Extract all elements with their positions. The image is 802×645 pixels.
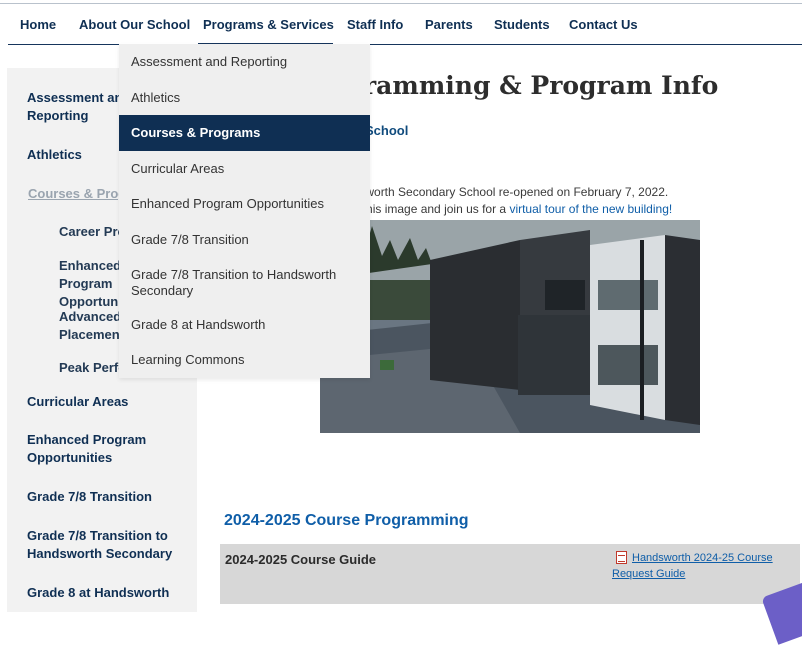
dropdown-item-grade-8[interactable]: Grade 8 at Handsworth (119, 317, 370, 333)
tour-text-prefix: on this image and join us for a (346, 202, 510, 216)
tour-text: on this image and join us for a virtual … (346, 202, 672, 216)
programs-dropdown-menu: Assessment and Reporting Athletics Cours… (119, 44, 370, 378)
school-building-photo[interactable] (320, 220, 700, 433)
course-request-guide-link[interactable]: Handsworth 2024-25 Course Request Guide (612, 550, 792, 582)
dropdown-item-athletics[interactable]: Athletics (119, 90, 370, 106)
nav-staff-info[interactable]: Staff Info (347, 17, 403, 32)
sidebar-item-curricular[interactable]: Curricular Areas (27, 393, 128, 411)
dropdown-item-enhanced[interactable]: Enhanced Program Opportunities (119, 196, 370, 212)
dropdown-item-courses-programs[interactable]: Courses & Programs (119, 115, 370, 151)
sidebar-item-grade-8[interactable]: Grade 8 at Handsworth (27, 584, 169, 602)
course-programming-heading: 2024-2025 Course Programming (224, 512, 469, 529)
sidebar-item-athletics[interactable]: Athletics (27, 146, 82, 164)
dropdown-item-learning-commons[interactable]: Learning Commons (119, 352, 370, 368)
nav-parents[interactable]: Parents (425, 17, 473, 32)
virtual-tour-link[interactable]: virtual tour of the new building! (509, 202, 672, 216)
sidebar-item-enhanced-program[interactable]: Enhanced Program Opportunities (27, 431, 177, 467)
dropdown-item-curricular[interactable]: Curricular Areas (119, 161, 370, 177)
nav-programs-services[interactable]: Programs & Services (203, 17, 334, 32)
nav-about[interactable]: About Our School (79, 17, 190, 32)
nav-students[interactable]: Students (494, 17, 550, 32)
sidebar-item-grade-78-handsworth[interactable]: Grade 7/8 Transition to Handsworth Secon… (27, 527, 177, 563)
school-link[interactable]: School (365, 123, 408, 138)
main-nav: Home About Our School Programs & Service… (0, 4, 802, 44)
dropdown-item-grade-78[interactable]: Grade 7/8 Transition (119, 232, 370, 248)
nav-contact[interactable]: Contact Us (569, 17, 638, 32)
reopen-text: ndsworth Secondary School re-opened on F… (346, 185, 669, 199)
course-guide-title: 2024-2025 Course Guide (225, 552, 377, 567)
nav-home[interactable]: Home (20, 17, 56, 32)
dropdown-item-assessment[interactable]: Assessment and Reporting (119, 54, 370, 70)
dropdown-item-grade-78-handsworth[interactable]: Grade 7/8 Transition to Handsworth Secon… (119, 267, 359, 299)
sidebar-item-grade-78[interactable]: Grade 7/8 Transition (27, 488, 152, 506)
building-illustration (320, 220, 700, 433)
page-title: ramming & Program Info (363, 71, 719, 100)
